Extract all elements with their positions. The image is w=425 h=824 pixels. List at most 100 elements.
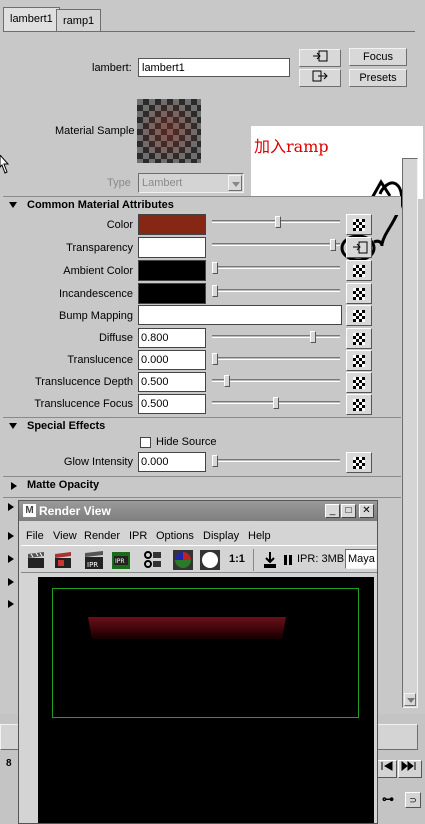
hide-source-checkbox[interactable]: [140, 437, 151, 448]
attribute-editor-scrollbar[interactable]: [402, 158, 418, 708]
toolbar-separator: [253, 549, 254, 571]
color-wheel-button[interactable]: [172, 549, 194, 571]
matte-opacity-header[interactable]: Matte Opacity: [3, 476, 401, 495]
menu-ipr[interactable]: IPR: [129, 530, 147, 542]
annotation-text: 加入ramp: [254, 137, 329, 156]
type-dropdown-value: Lambert: [142, 177, 183, 189]
slider-thumb[interactable]: [212, 353, 218, 365]
sphere-icon: [200, 550, 220, 570]
bump-map-button[interactable]: [346, 305, 372, 326]
tab-divider: [3, 31, 415, 32]
menu-display[interactable]: Display: [203, 530, 239, 542]
slider-thumb[interactable]: [310, 331, 316, 343]
ratio-button[interactable]: 1:1: [229, 553, 245, 565]
step-back-button[interactable]: [377, 760, 397, 778]
ipr-render-button[interactable]: IPR: [83, 549, 105, 571]
slider-thumb[interactable]: [224, 375, 230, 387]
render-view-title: Render View: [39, 504, 111, 518]
material-name-field[interactable]: lambert1: [138, 58, 290, 77]
expand-arrow-icon: [8, 532, 14, 540]
output-connection-icon: [312, 70, 328, 82]
render-view-titlebar[interactable]: M Render View _ □ ✕: [19, 501, 377, 521]
special-effects-header[interactable]: Special Effects: [3, 417, 401, 436]
maximize-icon: □: [345, 505, 352, 516]
transparency-slider[interactable]: [212, 239, 340, 251]
attr-label: Translucence Depth: [34, 376, 133, 388]
scroll-down-button[interactable]: [404, 693, 416, 706]
slider-thumb[interactable]: [275, 216, 281, 228]
output-connection-button[interactable]: [299, 69, 341, 87]
transparency-swatch[interactable]: [138, 237, 206, 258]
translucence-focus-map-button[interactable]: [346, 394, 372, 415]
translucence-focus-slider[interactable]: [212, 397, 340, 409]
menu-view[interactable]: View: [53, 530, 77, 542]
diffuse-field[interactable]: 0.800: [138, 328, 206, 348]
render-settings-button[interactable]: [141, 549, 163, 571]
color-swatch[interactable]: [138, 214, 206, 235]
render-viewport[interactable]: [38, 577, 374, 823]
material-sample-swatch: [137, 99, 201, 163]
attr-label: Transparency: [66, 242, 133, 254]
slider-thumb[interactable]: [212, 285, 218, 297]
glow-intensity-map-button[interactable]: [346, 452, 372, 473]
prefs-button[interactable]: ⊃: [405, 792, 421, 808]
ambient-color-map-button[interactable]: [346, 260, 372, 281]
sphere-button[interactable]: [199, 549, 221, 571]
translucence-depth-field[interactable]: 0.500: [138, 372, 206, 392]
render-view-window[interactable]: M Render View _ □ ✕ File View Render IPR…: [18, 500, 378, 824]
slider-thumb[interactable]: [330, 239, 336, 251]
checker-map-icon: [353, 333, 365, 345]
presets-button[interactable]: Presets: [349, 69, 407, 87]
redo-render-button[interactable]: [52, 549, 74, 571]
transparency-map-button[interactable]: [346, 237, 372, 258]
ambient-color-swatch[interactable]: [138, 260, 206, 281]
chevron-down-icon: [407, 698, 415, 703]
collapse-arrow-icon: [9, 423, 17, 429]
ambient-color-slider[interactable]: [212, 262, 340, 274]
svg-text:IPR: IPR: [115, 558, 125, 565]
tab-ramp1[interactable]: ramp1: [56, 9, 102, 31]
translucence-focus-field[interactable]: 0.500: [138, 394, 206, 414]
diffuse-slider[interactable]: [212, 331, 340, 343]
checker-map-icon: [353, 355, 365, 367]
rendered-object: [88, 617, 286, 639]
translucence-depth-slider[interactable]: [212, 375, 340, 387]
diffuse-map-button[interactable]: [346, 328, 372, 349]
translucence-map-button[interactable]: [346, 350, 372, 371]
focus-button[interactable]: Focus: [349, 48, 407, 66]
incandescence-slider[interactable]: [212, 285, 340, 297]
input-connection-icon: [353, 241, 368, 254]
input-connection-button[interactable]: [299, 49, 341, 67]
tab-lambert1[interactable]: lambert1: [3, 7, 60, 32]
common-attributes-header[interactable]: Common Material Attributes: [3, 196, 401, 215]
menu-options[interactable]: Options: [156, 530, 194, 542]
glow-intensity-field[interactable]: 0.000: [138, 452, 206, 472]
maximize-button[interactable]: □: [341, 504, 356, 518]
render-region-box[interactable]: [52, 588, 359, 718]
minimize-button[interactable]: _: [325, 504, 340, 518]
type-dropdown[interactable]: Lambert: [138, 173, 244, 193]
go-to-end-button[interactable]: [398, 760, 422, 778]
camera-dropdown[interactable]: Maya: [345, 549, 377, 569]
incandescence-swatch[interactable]: [138, 283, 206, 304]
render-clapper-button[interactable]: [25, 549, 47, 571]
translucence-field[interactable]: 0.000: [138, 350, 206, 370]
ipr-refresh-button[interactable]: IPR: [110, 549, 132, 571]
menu-help[interactable]: Help: [248, 530, 271, 542]
slider-thumb[interactable]: [212, 455, 218, 467]
color-map-button[interactable]: [346, 214, 372, 235]
menu-render[interactable]: Render: [84, 530, 120, 542]
incandescence-map-button[interactable]: [346, 283, 372, 304]
close-button[interactable]: ✕: [359, 504, 374, 518]
slider-thumb[interactable]: [273, 397, 279, 409]
color-slider[interactable]: [212, 216, 340, 228]
glow-intensity-slider[interactable]: [212, 455, 340, 467]
go-to-end-icon: [401, 760, 416, 772]
translucence-depth-map-button[interactable]: [346, 372, 372, 393]
bump-mapping-field[interactable]: [138, 305, 342, 325]
pause-button[interactable]: [277, 549, 299, 571]
slider-thumb[interactable]: [212, 262, 218, 274]
input-connection-icon: [313, 50, 328, 62]
menu-file[interactable]: File: [26, 530, 44, 542]
translucence-slider[interactable]: [212, 353, 340, 365]
